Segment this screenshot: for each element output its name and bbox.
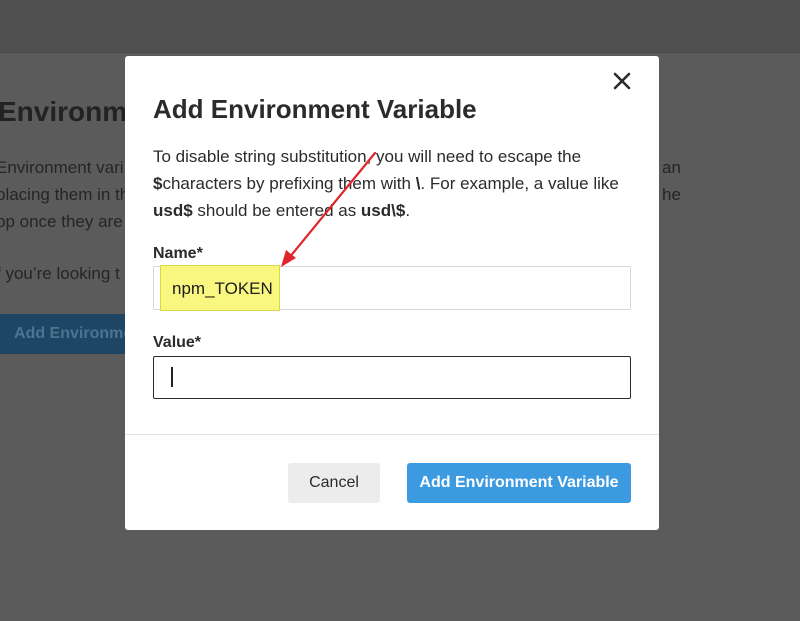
name-input-value: npm_TOKEN xyxy=(172,279,273,298)
name-input[interactable]: npm_TOKEN xyxy=(153,265,631,311)
value-label: Value* xyxy=(153,334,202,351)
description-text: . For example, a value like xyxy=(420,174,619,193)
dialog-title: Add Environment Variable xyxy=(153,94,477,124)
description-text: . xyxy=(405,201,411,220)
background-text-fragment: he xyxy=(662,185,681,204)
close-button[interactable] xyxy=(611,70,633,92)
background-text-line: pp once they are xyxy=(0,212,123,231)
description-text: To disable string substitution, you will… xyxy=(153,147,582,166)
description-text: characters by prefixing them with xyxy=(162,174,416,193)
description-text: should be entered as xyxy=(192,201,361,220)
add-env-var-dialog: Add Environment Variable To disable stri… xyxy=(125,56,659,530)
background-text-line: f you’re looking t xyxy=(0,264,120,283)
close-icon xyxy=(613,72,631,90)
background-add-button: Add Environmen xyxy=(0,314,128,354)
cancel-button[interactable]: Cancel xyxy=(288,463,380,503)
description-example: usd$ xyxy=(153,201,193,220)
background-text-line: placing them in th xyxy=(0,185,130,204)
background-text-fragment: an xyxy=(662,158,681,177)
value-input[interactable] xyxy=(153,356,631,399)
description-escaped: usd\$ xyxy=(360,201,406,220)
background-text-line: Environment vari xyxy=(0,158,124,177)
text-caret xyxy=(171,367,173,387)
background-top-bar xyxy=(0,0,800,53)
add-environment-variable-button[interactable]: Add Environment Variable xyxy=(407,463,631,503)
dialog-description: To disable string substitution, you will… xyxy=(153,143,633,224)
name-label: Name* xyxy=(153,245,203,262)
dialog-divider xyxy=(125,434,659,435)
